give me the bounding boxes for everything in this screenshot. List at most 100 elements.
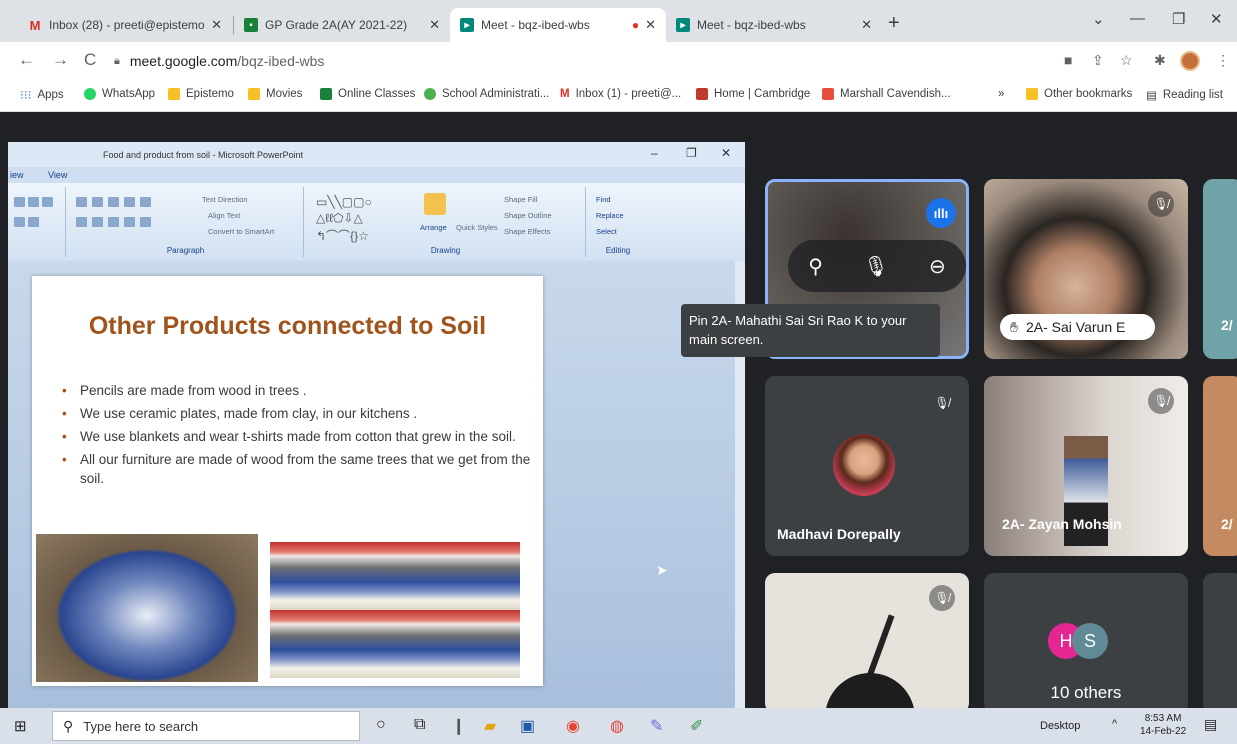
bookmark-apps[interactable]: ⁝⁝⁝ Apps: [20, 88, 64, 102]
tab-strip: M Inbox (28) - preeti@epistemo.in ✕ ▪ GP…: [0, 0, 1237, 42]
new-tab-button[interactable]: +: [888, 12, 900, 35]
bookmark-inbox[interactable]: M Inbox (1) - preeti@...: [560, 88, 681, 100]
folder-icon: [168, 88, 180, 100]
hand-raised-icon: ✋︎: [1010, 318, 1018, 335]
tab-classroom[interactable]: ▪ GP Grade 2A(AY 2021-22) ✕: [234, 8, 450, 42]
meet-icon: ▸: [676, 18, 690, 32]
close-window-button[interactable]: ✕: [1210, 10, 1223, 28]
tab-gmail[interactable]: M Inbox (28) - preeti@epistemo.in ✕: [18, 8, 232, 42]
tab-search-icon[interactable]: ⌄: [1092, 10, 1105, 28]
desktop-toolbar[interactable]: Desktop: [1040, 720, 1080, 732]
tile-hover-controls: ⚲ 🎙︎ ⊖: [788, 240, 966, 292]
taskbar-app-icon[interactable]: ✎: [650, 716, 663, 736]
mic-icon[interactable]: 🎙︎: [863, 254, 888, 279]
task-view-icon[interactable]: ⧉: [414, 716, 425, 734]
ribbon-group-label: Paragraph: [166, 246, 205, 255]
back-button[interactable]: ←: [18, 50, 35, 70]
participant-tile-bottom[interactable]: 🎙︎̸: [765, 573, 969, 713]
outlook-icon[interactable]: ▣: [520, 716, 535, 736]
taskbar-app-icon[interactable]: ✐: [690, 716, 703, 736]
address-bar[interactable]: 🔒︎ meet.google.com /bqz-ibed-wbs: [114, 47, 1054, 75]
mic-off-icon: 🎙︎̸: [1148, 388, 1174, 414]
minimize-button[interactable]: —: [1130, 10, 1145, 27]
close-icon[interactable]: ✕: [429, 17, 440, 33]
gmail-icon: M: [29, 17, 41, 33]
blankets-image: [270, 542, 520, 678]
bookmark-movies[interactable]: Movies: [248, 88, 302, 100]
participant-tile-madhavi[interactable]: 🎙︎̸ Madhavi Dorepally: [765, 376, 969, 556]
restore-button[interactable]: ❐: [1172, 10, 1185, 28]
lock-icon[interactable]: 🔒︎: [114, 55, 120, 68]
participant-tile-sai-varun[interactable]: 🎙︎̸ ✋︎ 2A- Sai Varun E: [984, 179, 1188, 359]
bookmark-cambridge[interactable]: Home | Cambridge: [696, 88, 810, 100]
bookmark-school-admin[interactable]: School Administrati...: [424, 88, 549, 100]
cortana-icon[interactable]: ○: [376, 716, 386, 734]
pin-icon[interactable]: ⚲: [808, 254, 823, 279]
participant-tile-edge[interactable]: 2/: [1203, 376, 1237, 556]
meet-stage: Food and product from soil - Microsoft P…: [0, 112, 1237, 713]
participant-name: 2A- Zayan Mohsin: [1002, 516, 1122, 532]
bookmarks-overflow[interactable]: »: [998, 88, 1004, 100]
mic-off-icon: 🎙︎̸: [929, 585, 955, 611]
bookmark-whatsapp[interactable]: WhatsApp: [84, 88, 155, 100]
menu-icon[interactable]: ⋮: [1216, 52, 1230, 69]
close-icon[interactable]: ✕: [645, 17, 656, 33]
forward-button[interactable]: →: [52, 50, 69, 70]
file-explorer-icon[interactable]: ▰: [484, 716, 496, 736]
bookmark-online-classes[interactable]: Online Classes: [320, 88, 415, 100]
slide-title: Other Products connected to Soil: [88, 312, 487, 340]
remove-icon[interactable]: ⊖: [929, 254, 946, 279]
presentation-tile[interactable]: Food and product from soil - Microsoft P…: [8, 142, 745, 708]
browser-frame: M Inbox (28) - preeti@epistemo.in ✕ ▪ GP…: [0, 0, 1237, 112]
shape-effects-button: Shape Effects: [504, 227, 551, 236]
ppt-window-title: Food and product from soil - Microsoft P…: [103, 150, 304, 160]
ribbon-tab: View: [48, 170, 68, 180]
tab-title: Meet - bqz-ibed-wbs: [697, 18, 806, 32]
globe-icon: [424, 88, 436, 100]
reading-list[interactable]: ▤ Reading list: [1146, 88, 1223, 102]
close-icon[interactable]: ✕: [861, 17, 872, 33]
shape-outline-button: Shape Outline: [504, 211, 552, 220]
slide-bullets: Pencils are made from wood in trees . We…: [62, 381, 532, 492]
ppt-close-icon: ✕: [721, 146, 732, 160]
camera-icon[interactable]: ■: [1064, 52, 1072, 68]
gmail-icon: M: [560, 88, 570, 100]
tab-title: Meet - bqz-ibed-wbs: [481, 18, 590, 32]
cambridge-icon: [696, 88, 708, 100]
shapes-gallery: △ℓℓ⬠⇩△: [316, 211, 363, 225]
avatar-initial-s: S: [1072, 623, 1108, 659]
bookmark-other[interactable]: Other bookmarks: [1026, 88, 1132, 100]
chrome-icon[interactable]: ◉: [566, 716, 580, 736]
taskbar-app-icon[interactable]: ❙: [452, 716, 465, 736]
classroom-icon: [320, 88, 332, 100]
taskbar-clock[interactable]: 8:53 AM 14-Feb-22: [1140, 712, 1186, 738]
windows-start-icon[interactable]: ⊞: [14, 717, 27, 735]
taskbar-search-box[interactable]: ⚲ Type here to search: [52, 711, 360, 741]
bookmark-marshall[interactable]: Marshall Cavendish...: [822, 88, 951, 100]
tab-meet-active[interactable]: ▸ Meet - bqz-ibed-wbs ● ✕: [450, 8, 666, 42]
reload-button[interactable]: C: [84, 50, 96, 70]
tab-meet[interactable]: ▸ Meet - bqz-ibed-wbs ✕: [666, 8, 882, 42]
ppt-ribbon-tabs: iew View: [8, 167, 745, 183]
close-icon[interactable]: ✕: [211, 17, 222, 33]
notification-icon[interactable]: ▤: [1204, 716, 1217, 733]
shapes-gallery: ↰⌒⌒{}☆: [316, 229, 369, 243]
profile-avatar[interactable]: [1180, 51, 1200, 71]
bookmark-epistemo[interactable]: Epistemo: [168, 88, 234, 100]
share-icon[interactable]: ⇪: [1092, 52, 1104, 69]
bullet-item: We use ceramic plates, made from clay, i…: [62, 404, 532, 423]
participant-tile-edge[interactable]: [1203, 573, 1237, 713]
participant-tile-zayan[interactable]: 🎙︎̸ 2A- Zayan Mohsin: [984, 376, 1188, 556]
bullet-item: We use blankets and wear t-shirts made f…: [62, 427, 532, 446]
participant-tile-others[interactable]: H S 10 others: [984, 573, 1188, 713]
extensions-icon[interactable]: ✱: [1154, 52, 1166, 69]
mouse-cursor-icon: ➤: [656, 562, 668, 578]
ribbon-group-label: Editing: [605, 246, 631, 255]
chrome-profile-icon[interactable]: ◍: [610, 716, 624, 736]
bullet-item: All our furniture are made of wood from …: [62, 450, 532, 488]
tray-chevron-icon[interactable]: ^: [1112, 718, 1117, 730]
mic-off-icon: 🎙︎̸: [934, 396, 950, 410]
participant-tile-edge[interactable]: 2/: [1203, 179, 1237, 359]
bookmark-star-icon[interactable]: ☆: [1120, 52, 1133, 69]
windows-taskbar: ⊞ ⚲ Type here to search ○ ⧉ ❙ ▰ ▣ ◉ ◍ ✎ …: [0, 708, 1237, 744]
